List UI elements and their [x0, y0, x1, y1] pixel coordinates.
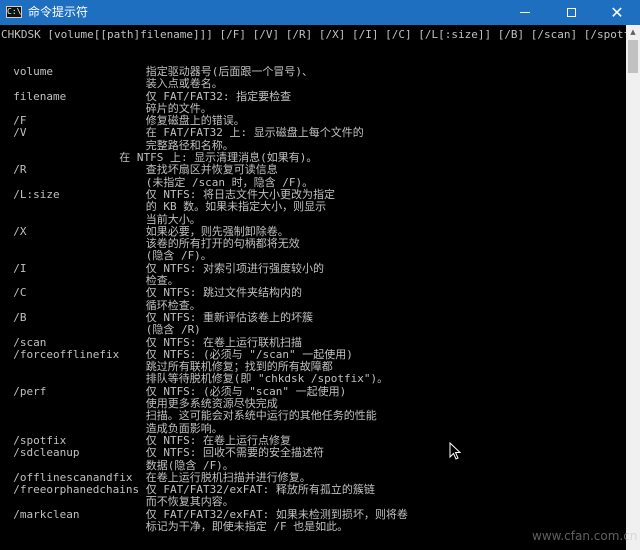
- console-line: 而不恢复其内容。: [0, 495, 234, 509]
- close-button[interactable]: ✕: [594, 0, 640, 25]
- console-line: 数据(隐含 /F)。: [0, 458, 234, 472]
- watermark: www.cfan.com.cn: [532, 529, 638, 543]
- vertical-scrollbar[interactable]: ▲: [626, 25, 640, 550]
- console-output[interactable]: CHKDSK [volume[[path]filename]]] [/F] [/…: [0, 25, 640, 550]
- console-line: 排队等待脱机修复(即 "chkdsk /spotfix")。: [0, 372, 389, 386]
- console-line: 标记为干净，即使未指定 /F 也是如此。: [0, 520, 349, 533]
- console-line: 当前大小。: [0, 212, 201, 226]
- console-line: CHKDSK [volume[[path]filename]]] [/F] [/…: [1, 28, 640, 41]
- console-line: /R 查找坏扇区并恢复可读信息: [0, 163, 278, 177]
- mouse-pointer-icon: [449, 442, 461, 460]
- console-line: 的 KB 数。如果未指定大小，则显示: [0, 200, 327, 214]
- console-line: /C 仅 NTFS: 跳过文件夹结构内的: [0, 286, 303, 300]
- window-title: 命令提示符: [28, 5, 89, 19]
- console-line: filename 仅 FAT/FAT32: 指定要检查: [0, 89, 292, 103]
- maximize-button[interactable]: [548, 0, 594, 25]
- console-line: /sdcleanup 仅 NTFS: 回收不需要的安全描述符: [0, 446, 325, 460]
- console-line: /scan 仅 NTFS: 在卷上运行联机扫描: [0, 335, 303, 349]
- scrollbar-thumb[interactable]: [628, 40, 638, 73]
- console-line: (隐含 /F)。: [0, 249, 212, 263]
- scroll-up-icon[interactable]: ▲: [626, 25, 640, 39]
- console-line: /V 在 FAT/FAT32 上: 显示磁盘上每个文件的: [0, 126, 364, 140]
- cmd-app-icon[interactable]: C:\: [6, 6, 22, 18]
- console-line: (隐含 /R): [0, 323, 201, 337]
- minimize-icon: [520, 12, 530, 13]
- title-bar[interactable]: C:\ 命令提示符 ✕: [0, 0, 640, 25]
- console-line: 扫描。这可能会对系统中运行的其他任务的性能: [0, 409, 377, 423]
- maximize-icon: [566, 8, 576, 17]
- console-line: 装入点或卷名。: [0, 77, 223, 91]
- close-icon: ✕: [610, 2, 624, 22]
- minimize-button[interactable]: [502, 0, 548, 25]
